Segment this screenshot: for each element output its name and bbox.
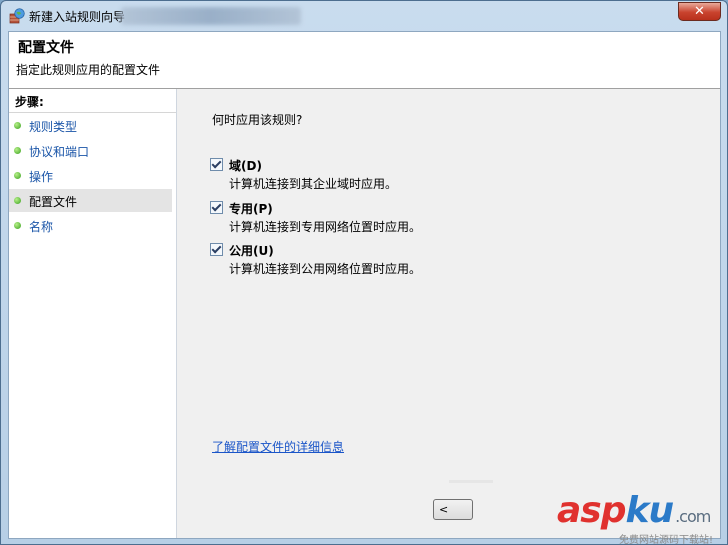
back-button[interactable]: < bbox=[433, 499, 473, 520]
steps-heading: 步骤: bbox=[15, 95, 44, 109]
step-rule-type[interactable]: 规则类型 bbox=[9, 114, 172, 137]
step-label: 规则类型 bbox=[29, 120, 78, 134]
green-bullet-icon bbox=[14, 122, 21, 129]
steps-panel: 步骤: 规则类型 协议和端口 操作 配置文件 名称 bbox=[9, 89, 177, 538]
learn-more-link[interactable]: 了解配置文件的详细信息 bbox=[212, 438, 344, 455]
domain-description: 计算机连接到其企业域时应用。 bbox=[229, 177, 398, 191]
green-bullet-icon bbox=[14, 172, 21, 179]
step-action[interactable]: 操作 bbox=[9, 164, 172, 187]
wizard-header: 配置文件 指定此规则应用的配置文件 bbox=[9, 32, 720, 89]
private-label[interactable]: 专用(P) bbox=[229, 200, 273, 217]
step-label: 名称 bbox=[29, 220, 54, 234]
steps-divider bbox=[9, 112, 176, 113]
page-subtitle: 指定此规则应用的配置文件 bbox=[16, 63, 161, 77]
page-title: 配置文件 bbox=[18, 40, 74, 56]
step-name[interactable]: 名称 bbox=[9, 214, 172, 237]
wizard-client-area: 配置文件 指定此规则应用的配置文件 步骤: 规则类型 协议和端口 操作 配置文件 bbox=[8, 31, 721, 539]
profile-question: 何时应用该规则? bbox=[212, 113, 303, 127]
private-description: 计算机连接到专用网络位置时应用。 bbox=[229, 220, 422, 234]
wizard-window: 新建入站规则向导 ✕ 配置文件 指定此规则应用的配置文件 步骤: 规则类型 协议… bbox=[0, 0, 728, 545]
firewall-globe-icon bbox=[9, 8, 25, 24]
blurred-title-region bbox=[121, 7, 301, 25]
step-label: 配置文件 bbox=[29, 195, 78, 209]
domain-label[interactable]: 域(D) bbox=[229, 157, 262, 174]
watermark-logo: aspku .com 免费网站源码下载站! bbox=[557, 491, 727, 545]
button-edge bbox=[449, 480, 493, 483]
public-checkbox[interactable] bbox=[210, 243, 223, 256]
green-bullet-icon bbox=[14, 222, 21, 229]
green-bullet-icon bbox=[14, 197, 21, 204]
step-label: 协议和端口 bbox=[29, 145, 90, 159]
step-profile[interactable]: 配置文件 bbox=[9, 189, 172, 212]
watermark-caption: 免费网站源码下载站! bbox=[619, 535, 714, 545]
option-public: 公用(U) 计算机连接到公用网络位置时应用。 bbox=[210, 242, 510, 278]
private-checkbox[interactable] bbox=[210, 201, 223, 214]
close-button[interactable]: ✕ bbox=[678, 2, 721, 21]
option-private: 专用(P) 计算机连接到专用网络位置时应用。 bbox=[210, 200, 510, 236]
option-domain: 域(D) 计算机连接到其企业域时应用。 bbox=[210, 157, 510, 193]
public-description: 计算机连接到公用网络位置时应用。 bbox=[229, 262, 422, 276]
domain-checkbox[interactable] bbox=[210, 158, 223, 171]
window-title: 新建入站规则向导 bbox=[29, 10, 126, 24]
title-bar[interactable]: 新建入站规则向导 ✕ bbox=[1, 1, 727, 31]
green-bullet-icon bbox=[14, 147, 21, 154]
step-label: 操作 bbox=[29, 170, 54, 184]
step-protocol-ports[interactable]: 协议和端口 bbox=[9, 139, 172, 162]
public-label[interactable]: 公用(U) bbox=[229, 242, 274, 259]
